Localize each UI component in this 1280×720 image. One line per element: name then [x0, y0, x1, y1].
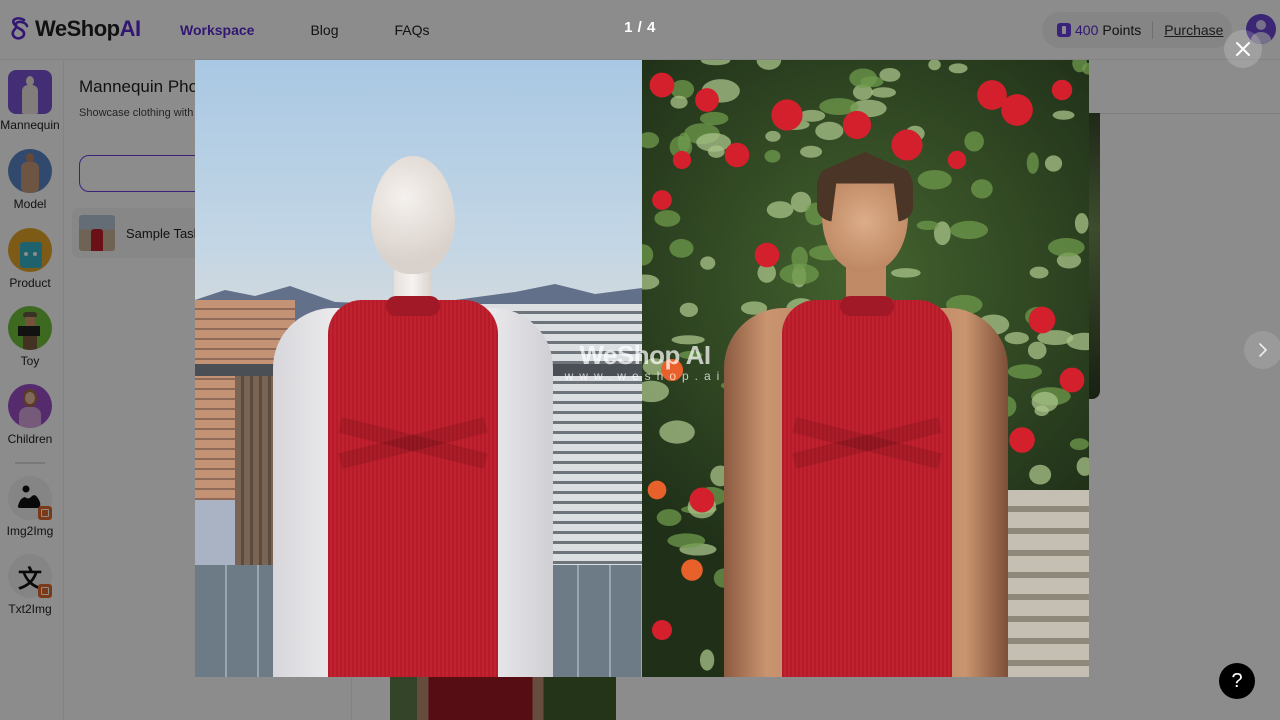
foliage-leaf: [659, 420, 695, 444]
foliage-leaf: [917, 170, 952, 190]
foliage-leaf: [765, 130, 781, 142]
red-flower: [842, 110, 872, 140]
foliage-leaf: [916, 220, 939, 230]
foliage-leaf: [871, 87, 897, 98]
red-flower: [1009, 427, 1035, 453]
red-flower: [947, 150, 967, 170]
foliage-leaf: [756, 60, 782, 70]
foliage-leaf: [1076, 457, 1089, 476]
foliage-leaf: [1007, 364, 1043, 379]
foliage-leaf: [679, 302, 698, 317]
foliage-leaf: [700, 256, 716, 270]
watermark-url: www.weshop.ai: [564, 369, 726, 383]
foliage-leaf: [1052, 110, 1075, 120]
red-flower: [754, 242, 780, 268]
foliage-leaf: [800, 145, 823, 158]
foliage-leaf: [971, 179, 993, 199]
foliage-leaf: [1029, 266, 1049, 279]
close-button[interactable]: [1224, 30, 1262, 68]
foliage-leaf: [1027, 341, 1047, 360]
foliage-leaf: [642, 132, 660, 149]
foliage-leaf: [948, 63, 968, 74]
foliage-leaf: [654, 210, 681, 227]
image-counter: 1 / 4: [624, 19, 656, 36]
foliage-leaf: [669, 238, 694, 258]
foliage-leaf: [667, 533, 706, 548]
foliage-leaf: [1031, 391, 1059, 413]
mannequin-head: [371, 156, 455, 274]
foliage-leaf: [642, 274, 660, 290]
foliage-leaf: [950, 220, 989, 240]
foliage-leaf: [928, 60, 941, 71]
foliage-leaf: [699, 649, 715, 671]
foliage-leaf: [891, 268, 921, 278]
foliage-leaf: [1044, 155, 1063, 172]
chevron-right-icon: [1259, 343, 1268, 357]
foliage-leaf: [1047, 237, 1085, 257]
red-flower: [689, 487, 715, 513]
foliage-leaf: [849, 68, 878, 88]
foliage-leaf: [656, 509, 682, 526]
red-flower: [1001, 94, 1033, 126]
foliage-leaf: [964, 131, 984, 152]
red-flower: [1028, 306, 1056, 334]
help-button[interactable]: ?: [1219, 663, 1255, 699]
foliage-leaf: [700, 60, 731, 66]
red-flower: [891, 129, 923, 161]
foliage-leaf: [696, 133, 732, 152]
foliage-leaf: [1069, 438, 1089, 451]
foliage-leaf: [815, 121, 844, 141]
red-flower: [672, 150, 692, 170]
red-flower: [695, 88, 719, 112]
foliage-leaf: [670, 95, 688, 109]
foliage-leaf: [766, 201, 794, 219]
red-flower: [652, 190, 672, 210]
foliage-leaf: [699, 111, 729, 126]
foliage-leaf: [1029, 464, 1052, 485]
foliage-leaf: [642, 244, 654, 266]
red-flower: [681, 559, 703, 581]
red-flower: [649, 72, 675, 98]
foliage-leaf: [779, 263, 819, 285]
red-flower: [647, 480, 667, 500]
red-flower: [652, 620, 672, 640]
red-flower: [771, 99, 803, 131]
foliage-leaf: [1004, 331, 1029, 345]
close-icon: [1236, 42, 1250, 56]
foliage-leaf: [798, 109, 826, 122]
foliage-leaf: [642, 380, 670, 403]
red-flower: [1051, 79, 1073, 101]
next-image-button[interactable]: [1244, 331, 1280, 369]
red-flower: [724, 142, 750, 168]
foliage-leaf: [1026, 152, 1039, 174]
red-dress: [782, 296, 952, 677]
red-dress: [328, 296, 498, 677]
foliage-leaf: [1074, 213, 1089, 234]
foliage-leaf: [764, 149, 781, 163]
red-flower: [1059, 367, 1085, 393]
comparison-image: WeShop AI www.weshop.ai: [195, 60, 1089, 677]
watermark-title: WeShop AI: [579, 340, 711, 370]
watermark: WeShop AI www.weshop.ai: [555, 340, 735, 383]
